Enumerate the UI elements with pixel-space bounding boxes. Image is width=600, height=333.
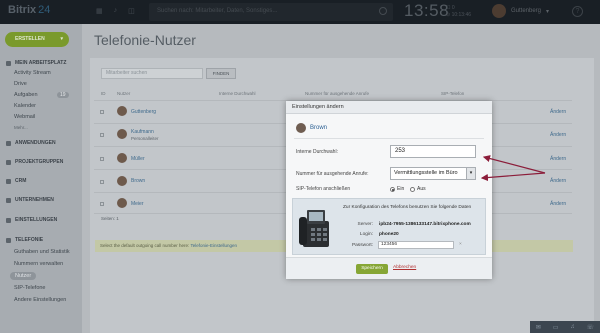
- table-row-edit-link[interactable]: Ändern: [550, 156, 566, 162]
- projects-icon: [6, 159, 11, 165]
- table-row-user-link[interactable]: Guttenberg: [131, 109, 156, 115]
- radio-selected-icon: [390, 186, 395, 192]
- column-header-sip[interactable]: SIP-Telefon: [441, 91, 464, 96]
- row-checkbox[interactable]: [100, 110, 104, 114]
- login-value[interactable]: phone20: [379, 232, 399, 237]
- dialog-title[interactable]: Einstellungen ändern: [286, 101, 492, 114]
- sidebar-item-tasks[interactable]: Aufgaben 19: [14, 92, 69, 98]
- sidebar-item-activity-stream[interactable]: Activity Stream: [14, 70, 51, 76]
- gear-icon: [6, 217, 11, 223]
- table-row-edit-link[interactable]: Ändern: [550, 178, 566, 184]
- table-row-user-link[interactable]: Müller: [131, 156, 145, 162]
- section-crm[interactable]: CRM: [6, 178, 26, 184]
- sidebar-item-more[interactable]: Mehr...: [14, 125, 28, 130]
- house-icon: [6, 60, 11, 66]
- find-button[interactable]: FINDEN: [206, 68, 236, 79]
- page-title: Telefonie-Nutzer: [94, 32, 196, 48]
- top-header: Bitrix 24 ▦ ♪ ◫ Suchen nach: Mitarbeiter,…: [0, 0, 600, 24]
- server-value[interactable]: ipb24-7955-1386133147.bitrixphone.com: [379, 222, 471, 227]
- avatar: [117, 106, 127, 116]
- avatar: [117, 176, 127, 186]
- sidebar-item-sip-phones[interactable]: SIP-Telefone: [14, 285, 46, 291]
- password-field[interactable]: 123456: [378, 241, 454, 249]
- section-projects[interactable]: PROJEKTGRUPPEN: [6, 159, 63, 165]
- outgoing-number-label: Nummer für ausgehende Anrufe:: [296, 171, 369, 177]
- sip-config-box: Zur Konfiguration des Telefons benutzen …: [292, 198, 486, 255]
- dialog-user-link[interactable]: Brown: [310, 125, 327, 131]
- chat-icon[interactable]: ✉: [536, 324, 541, 331]
- table-row-user-link[interactable]: Brown: [131, 178, 145, 184]
- employee-search-input[interactable]: Mitarbeiter suchen: [101, 68, 203, 79]
- section-workspace[interactable]: MEIN ARBEITSPLATZ: [6, 60, 66, 66]
- sidebar-item-numbers[interactable]: Nummern verwalten: [14, 261, 63, 267]
- video-icon[interactable]: ▭: [553, 324, 559, 331]
- sidebar-item-webmail[interactable]: Webmail: [14, 114, 35, 120]
- phone-icon[interactable]: ☏: [587, 324, 595, 331]
- table-row-user-link[interactable]: Kaufmann: [131, 129, 154, 135]
- pagination-info: Seiten: 1: [101, 216, 119, 221]
- section-company[interactable]: UNTERNEHMEN: [6, 197, 54, 203]
- row-checkbox[interactable]: [100, 157, 104, 161]
- chevron-down-icon: ▾: [466, 168, 475, 179]
- column-header-user[interactable]: Nutzer: [117, 91, 130, 96]
- bell-icon[interactable]: ♫: [570, 324, 575, 330]
- section-apps[interactable]: ANWENDUNGEN: [6, 140, 56, 146]
- chevron-down-icon: ▾: [60, 36, 63, 42]
- dialog-user: Brown: [296, 123, 327, 133]
- crm-icon: [6, 178, 11, 184]
- row-checkbox[interactable]: [100, 202, 104, 206]
- edit-settings-dialog: Einstellungen ändern Brown Interne Durch…: [286, 101, 492, 279]
- sip-info-text: Zur Konfiguration des Telefons benutzen …: [343, 205, 472, 210]
- sidebar-item-drive[interactable]: Drive: [14, 81, 27, 87]
- bottom-toolbar: ✉ ▭ ♫ ☏: [530, 321, 600, 333]
- company-icon: [6, 197, 11, 203]
- outgoing-number-select[interactable]: Vermittlungsstelle im Büro ▾: [390, 167, 476, 180]
- avatar: [296, 123, 306, 133]
- column-header-outgoing[interactable]: Nummer für ausgehende Anrufe: [305, 91, 369, 96]
- sip-radio-off[interactable]: Aus: [410, 186, 426, 192]
- table-row-edit-link[interactable]: Ändern: [550, 109, 566, 115]
- row-checkbox[interactable]: [100, 133, 104, 137]
- sip-phone-label: SIP-Telefon anschließen: [296, 186, 351, 192]
- telephony-settings-link[interactable]: Telefonie-Einstellungen: [190, 243, 237, 248]
- avatar: [117, 198, 127, 208]
- sidebar-item-other-settings[interactable]: Andere Einstellungen: [14, 297, 66, 303]
- extension-label: Interne Durchwahl:: [296, 149, 338, 155]
- overlay-dim: [0, 0, 600, 24]
- column-header-id[interactable]: ID: [101, 91, 106, 96]
- row-checkbox[interactable]: [100, 180, 104, 184]
- table-row-position: Personalleiter: [131, 136, 159, 141]
- sip-radio-on[interactable]: Ein: [390, 186, 404, 192]
- sidebar-item-users[interactable]: Nutzer: [10, 272, 37, 280]
- save-button[interactable]: Speichern: [356, 264, 388, 274]
- extension-input[interactable]: 253: [390, 145, 476, 158]
- section-settings[interactable]: EINSTELLUNGEN: [6, 217, 57, 223]
- sidebar-item-balance[interactable]: Guthaben und Statistik: [14, 249, 70, 255]
- section-telephony[interactable]: TELEFONIE: [6, 237, 43, 243]
- create-button[interactable]: ERSTELLEN ▾: [5, 32, 69, 47]
- sidebar-item-calendar[interactable]: Kalender: [14, 103, 36, 109]
- phone-icon: [6, 237, 11, 243]
- dialog-footer: Speichern Abbrechen: [286, 257, 492, 279]
- left-sidebar: ERSTELLEN ▾ MEIN ARBEITSPLATZ Activity St…: [0, 24, 82, 333]
- column-header-extension[interactable]: Interne Durchwahl: [219, 91, 256, 96]
- apps-icon: [6, 140, 11, 146]
- table-row-user-link[interactable]: Meier: [131, 201, 144, 207]
- desk-phone-icon: [299, 210, 329, 247]
- table-row-edit-link[interactable]: Ändern: [550, 201, 566, 207]
- tasks-count-badge: 19: [57, 92, 69, 98]
- table-row-edit-link[interactable]: Ändern: [550, 132, 566, 138]
- avatar: [117, 129, 127, 139]
- cancel-button[interactable]: Abbrechen: [393, 265, 416, 270]
- divider: [294, 138, 484, 139]
- radio-empty-icon: [410, 186, 415, 192]
- close-icon[interactable]: ×: [459, 242, 462, 247]
- avatar: [117, 153, 127, 163]
